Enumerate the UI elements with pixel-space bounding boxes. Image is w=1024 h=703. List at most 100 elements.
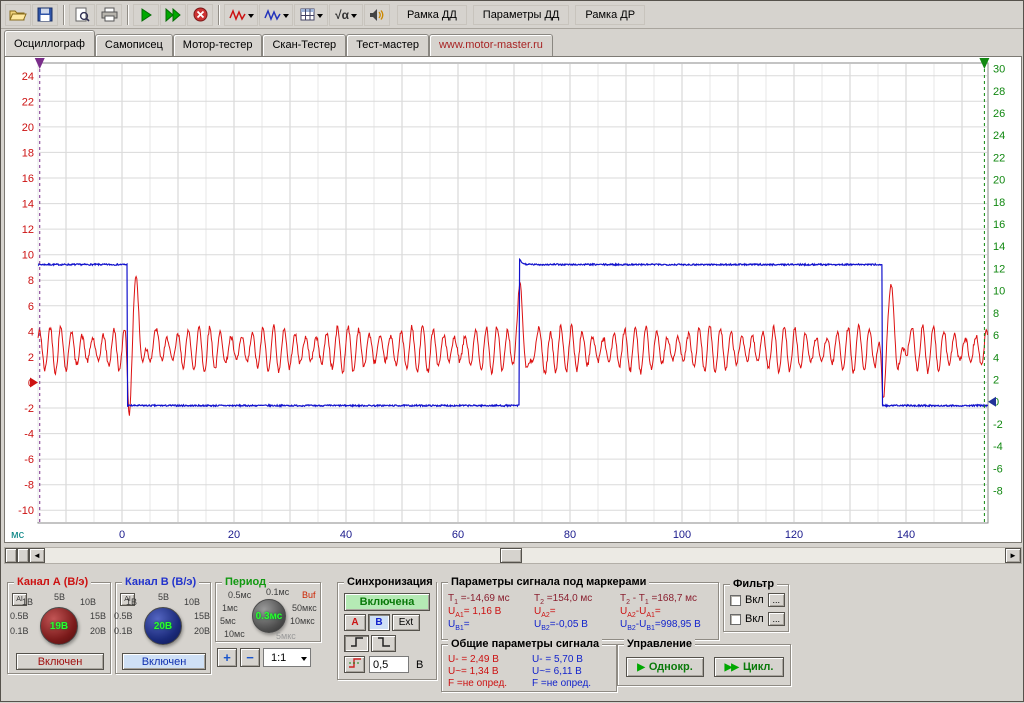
tab-label: Самописец bbox=[105, 39, 163, 51]
tab-recorder[interactable]: Самописец bbox=[95, 34, 173, 56]
x-axis-label: 80 bbox=[564, 529, 576, 541]
sync-level-mode-button[interactable] bbox=[344, 656, 365, 673]
scroll-left-button[interactable]: ◄ bbox=[29, 548, 45, 563]
marker-t2-t1: T2 - T1 =168,7 мс bbox=[620, 593, 697, 606]
marker-t2: T2 =154,0 мс bbox=[534, 593, 592, 606]
save-button[interactable] bbox=[32, 4, 58, 26]
filter-title: Фильтр bbox=[730, 578, 777, 590]
right-axis-label: -4 bbox=[993, 441, 1003, 453]
horizontal-scrollbar: ◄ ► bbox=[4, 547, 1022, 564]
right-axis-label: -8 bbox=[993, 486, 1003, 498]
channel-a-scale-value: 19В bbox=[50, 621, 68, 632]
print-preview-icon bbox=[74, 7, 90, 23]
cycle-run-button[interactable]: ▶▶ Цикл. bbox=[714, 657, 784, 677]
right-axis-label: 2 bbox=[993, 375, 999, 387]
dial-scale-label: 10мкс bbox=[290, 617, 315, 626]
channel-a-power-button[interactable]: Включен bbox=[16, 653, 104, 670]
channel-b-power-button[interactable]: Включен bbox=[122, 653, 206, 670]
scroll-page-right-button[interactable] bbox=[17, 548, 29, 563]
red-waveform-icon bbox=[229, 8, 246, 22]
grid-menu-button[interactable] bbox=[294, 4, 328, 26]
scrollbar-track[interactable] bbox=[45, 548, 1005, 563]
sync-rising-edge-button[interactable] bbox=[344, 635, 369, 652]
dial-scale-label: 15В bbox=[90, 612, 106, 621]
scroll-page-left-button[interactable] bbox=[5, 548, 17, 563]
scroll-right-button[interactable]: ► bbox=[1005, 548, 1021, 563]
preview-button[interactable] bbox=[69, 4, 95, 26]
frame-dd-button[interactable]: Рамка ДД bbox=[397, 5, 467, 25]
marker-t1: T1 =-14,69 мс bbox=[448, 593, 510, 606]
filter-b-checkbox[interactable] bbox=[730, 614, 741, 625]
scope-canvas: 242220181614121086420-2-4-6-8-1030282624… bbox=[5, 57, 1021, 542]
channel-b-zero-marker[interactable] bbox=[988, 397, 996, 407]
sync-source-b-button[interactable]: В bbox=[368, 614, 390, 631]
filter-b-settings-button[interactable]: ... bbox=[768, 612, 785, 626]
channel-a-title: Канал А (В/э) bbox=[14, 576, 91, 588]
print-button[interactable] bbox=[96, 4, 122, 26]
math-icon: √α bbox=[335, 8, 349, 22]
channel-b-scale-value: 20В bbox=[154, 621, 172, 632]
channel-b-title: Канал В (В/э) bbox=[122, 576, 199, 588]
params-dd-button[interactable]: Параметры ДД bbox=[473, 5, 570, 25]
dial-scale-label: 20В bbox=[194, 627, 210, 636]
stop-button[interactable] bbox=[187, 4, 213, 26]
right-axis-label: 20 bbox=[993, 175, 1005, 187]
blue-waveform-icon bbox=[264, 8, 281, 22]
filter-a-checkbox[interactable] bbox=[730, 595, 741, 606]
sync-source-ext-button[interactable]: Ext bbox=[392, 614, 420, 631]
tab-test-master[interactable]: Тест-мастер bbox=[346, 34, 429, 56]
marker-parameters-title: Параметры сигнала под маркерами bbox=[448, 576, 649, 588]
right-axis-label: -6 bbox=[993, 463, 1003, 475]
period-knob[interactable]: 0.3мс bbox=[252, 599, 286, 633]
dial-scale-label: 50мкс bbox=[292, 604, 317, 613]
left-axis-label: -10 bbox=[18, 505, 34, 517]
filter-a-settings-button[interactable]: ... bbox=[768, 593, 785, 607]
tab-website[interactable]: www.motor-master.ru bbox=[429, 34, 553, 56]
sync-level-input[interactable] bbox=[369, 656, 409, 673]
sync-source-a-button[interactable]: А bbox=[344, 614, 366, 631]
scrollbar-thumb[interactable] bbox=[500, 548, 522, 563]
general-parameters-group: Общие параметры сигнала U- = 2,49 В U- =… bbox=[441, 644, 617, 692]
dial-scale-label: 0.5В bbox=[10, 612, 29, 621]
sound-button[interactable] bbox=[364, 4, 390, 26]
dropdown-caret-icon bbox=[301, 657, 307, 664]
tab-label: Осциллограф bbox=[14, 38, 85, 50]
zoom-ratio-select[interactable]: 1:1 bbox=[263, 648, 311, 667]
falling-edge-icon bbox=[376, 636, 392, 648]
left-axis-label: 16 bbox=[22, 173, 34, 185]
zoom-out-button[interactable]: − bbox=[240, 648, 260, 667]
app-window: { "toolbar": { "buttons": { "frame_dd": … bbox=[0, 0, 1024, 702]
toolbar-separator bbox=[127, 5, 129, 25]
tab-motor-tester[interactable]: Мотор-тестер bbox=[173, 34, 263, 56]
left-axis-label: 6 bbox=[28, 301, 34, 313]
math-menu-button[interactable]: √α bbox=[329, 4, 363, 26]
sync-falling-edge-button[interactable] bbox=[371, 635, 396, 652]
sync-enable-button[interactable]: Включена bbox=[344, 593, 430, 611]
channel-b-view-menu-button[interactable] bbox=[259, 4, 293, 26]
right-axis-label: 8 bbox=[993, 308, 999, 320]
channel-b-knob[interactable]: 20В bbox=[144, 607, 182, 645]
start-button[interactable] bbox=[133, 4, 159, 26]
x-axis-label: 60 bbox=[452, 529, 464, 541]
frame-dr-button[interactable]: Рамка ДР bbox=[575, 5, 645, 25]
left-axis-label: -4 bbox=[24, 429, 34, 441]
tab-oscilloscope[interactable]: Осциллограф bbox=[4, 30, 95, 56]
dial-scale-label: 5В bbox=[54, 593, 65, 602]
channel-a-view-menu-button[interactable] bbox=[224, 4, 258, 26]
filter-row-b: Вкл ... bbox=[730, 612, 785, 626]
left-axis-label: 24 bbox=[22, 71, 34, 83]
single-run-button[interactable]: ▶ Однокр. bbox=[626, 657, 704, 677]
scroll-right-icon: ► bbox=[1009, 551, 1017, 560]
marker-ub2-ub1: UB2-UB1=998,95 В bbox=[620, 619, 701, 632]
dial-scale-label: Buf bbox=[302, 591, 316, 600]
tab-bar: Осциллограф Самописец Мотор-тестер Скан-… bbox=[1, 29, 1023, 56]
zoom-in-button[interactable]: + bbox=[217, 648, 237, 667]
start-cycle-button[interactable] bbox=[160, 4, 186, 26]
tab-scan-tester[interactable]: Скан-Тестер bbox=[262, 34, 346, 56]
channel-a-knob[interactable]: 19В bbox=[40, 607, 78, 645]
right-axis-label: 4 bbox=[993, 352, 999, 364]
left-axis-label: -2 bbox=[24, 403, 34, 415]
run-control-title: Управление bbox=[624, 638, 695, 650]
open-button[interactable] bbox=[5, 4, 31, 26]
channel-a-zero-marker[interactable] bbox=[30, 377, 38, 387]
